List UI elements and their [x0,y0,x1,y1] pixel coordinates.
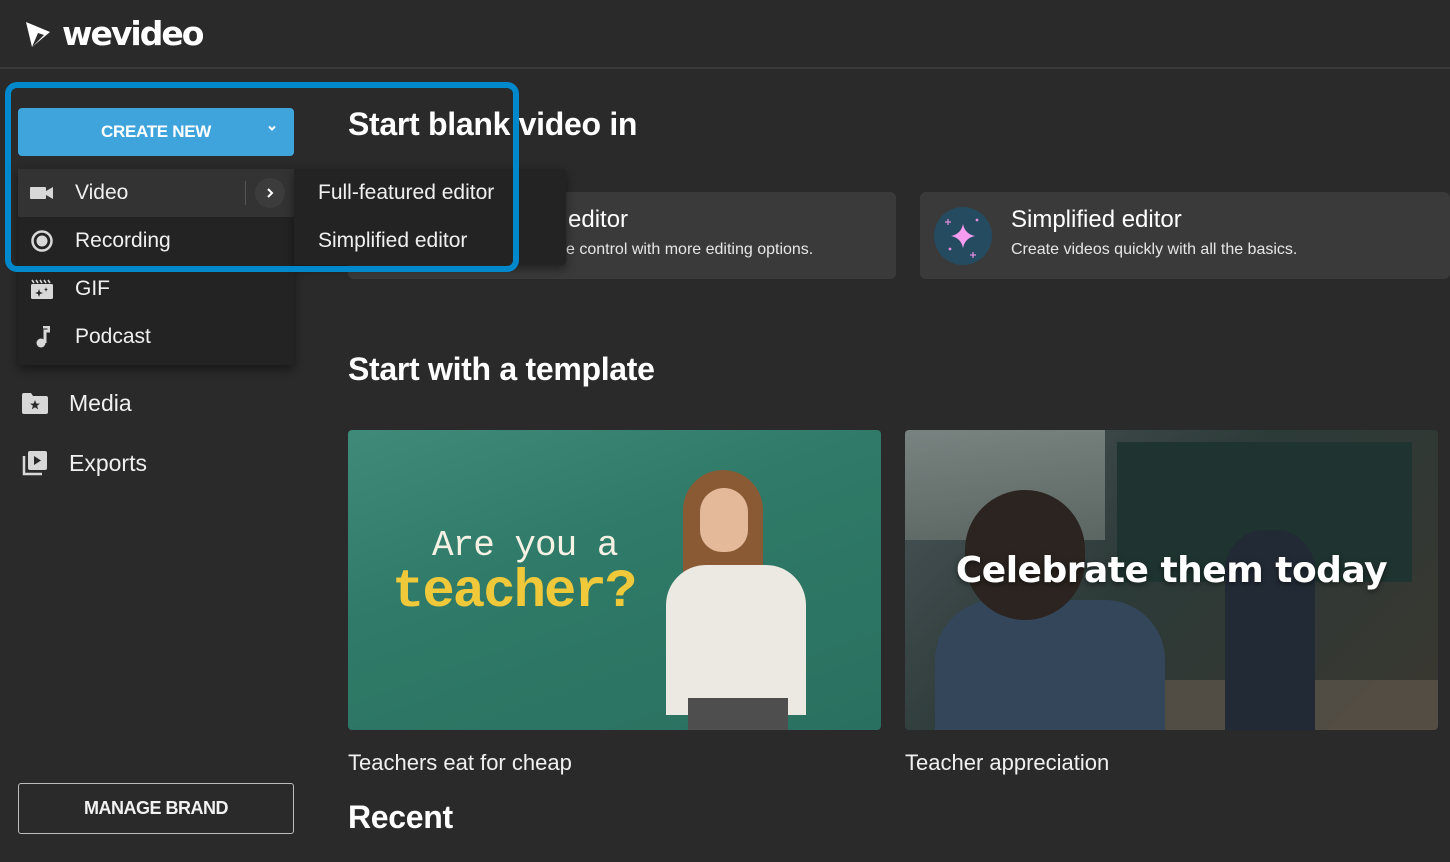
dropdown-item-label: Video [75,181,129,204]
dropdown-item-gif[interactable]: GIF [18,265,294,313]
thumb-person-skirt [688,698,788,730]
create-new-dropdown: Video Recording GIF Podcast [18,169,294,365]
sparkle-icon [934,207,992,265]
dropdown-item-podcast[interactable]: Podcast [18,313,294,361]
thumb-overlay-text: Celebrate them today [955,550,1388,591]
sidebar-item-label: Media [69,389,132,416]
submenu-item-full-featured-editor[interactable]: Full-featured editor [294,169,566,217]
template-thumbnail-teacher-appreciation[interactable]: Celebrate them today [905,430,1438,730]
logo-mark-icon [26,22,50,47]
sidebar-item-label: Exports [69,449,147,476]
thumb-text-line1: Are you a [432,525,618,566]
submenu-item-simplified-editor[interactable]: Simplified editor [294,217,566,265]
exports-icon [20,448,50,478]
card-description: Create videos quickly with all the basic… [1011,241,1298,258]
manage-brand-button[interactable]: MANAGE BRAND [18,783,294,834]
divider [245,181,246,205]
template-label[interactable]: Teacher appreciation [905,750,1109,776]
recent-heading: Recent [348,799,453,835]
dropdown-item-recording[interactable]: Recording [18,217,294,265]
wevideo-logo[interactable]: wevideo [24,14,204,53]
card-description: e control with more editing options. [566,241,814,258]
sidebar-item-exports[interactable]: Exports [18,441,294,485]
dropdown-item-label: Recording [75,229,171,252]
thumb-person-body [666,565,806,715]
create-new-label: CREATE NEW [100,122,211,141]
dropdown-item-label: GIF [75,277,110,300]
dropdown-item-label: Podcast [75,325,151,348]
video-camera-icon [30,181,54,205]
record-icon [30,229,54,253]
chevron-right-icon[interactable] [255,178,285,208]
gif-clapper-icon [30,277,54,301]
thumb-person-face [700,488,748,552]
simplified-editor-card[interactable]: Simplified editor Create videos quickly … [920,192,1450,279]
media-folder-icon [20,388,50,418]
create-new-button[interactable]: CREATE NEW [18,108,294,156]
music-note-icon [30,325,54,349]
card-title: Simplified editor [1011,206,1182,233]
chevron-down-icon[interactable] [266,122,278,137]
blank-video-heading: Start blank video in [348,106,638,142]
top-bar: wevideo [0,0,1450,69]
template-heading: Start with a template [348,351,655,387]
logo-text: wevideo [62,14,204,53]
video-submenu: Full-featured editor Simplified editor [294,169,566,265]
dropdown-item-video[interactable]: Video [18,169,294,217]
thumb-text-line2: teacher? [392,562,637,623]
template-thumbnail-teachers-eat[interactable]: Are you a teacher? [348,430,881,730]
thumb-student-body [935,600,1165,730]
sidebar-item-media[interactable]: Media [18,381,294,425]
template-label[interactable]: Teachers eat for cheap [348,750,572,776]
